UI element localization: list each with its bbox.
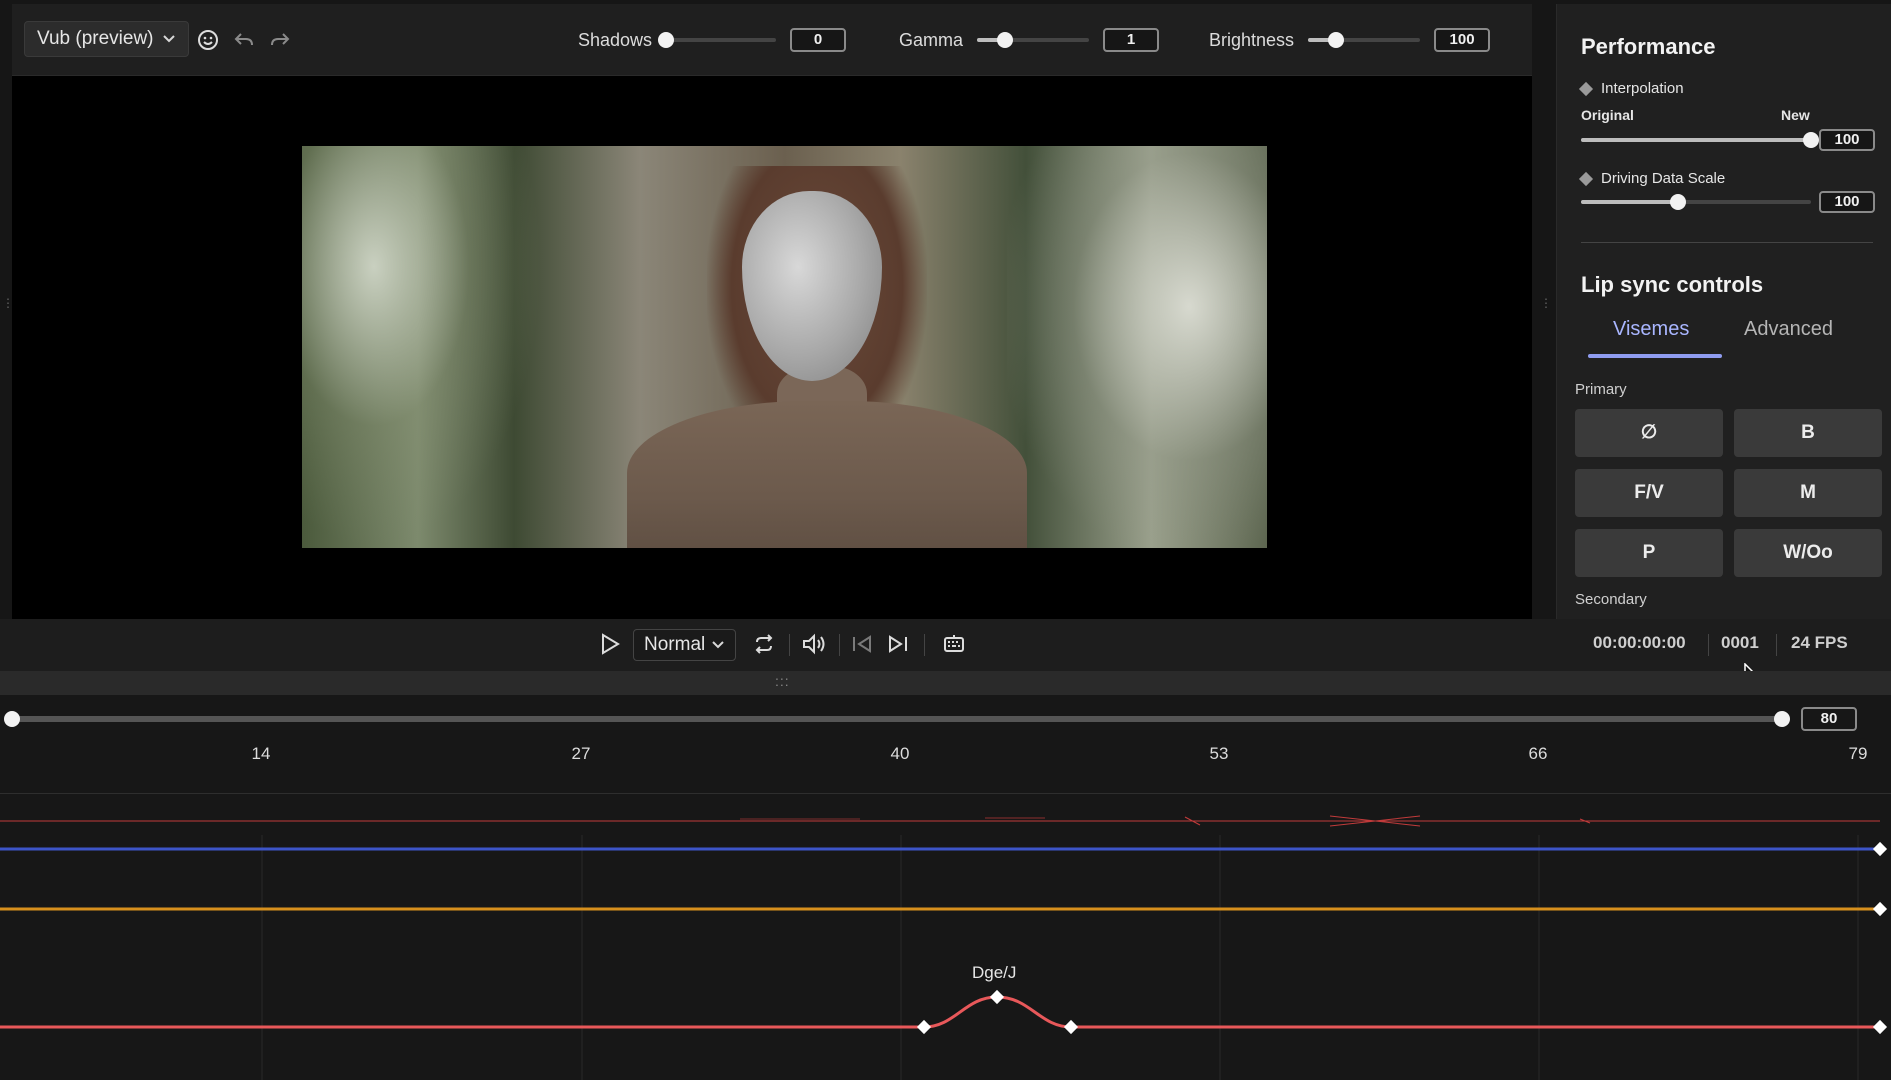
gamma-slider-thumb[interactable] — [997, 32, 1014, 48]
volume-icon[interactable] — [801, 632, 827, 658]
tick-label: 40 — [890, 744, 910, 763]
brightness-control: Brightness 100 — [1209, 28, 1491, 52]
tick-label: 79 — [1848, 744, 1868, 763]
shadows-value-input[interactable]: 0 — [790, 28, 847, 52]
viseme-button-none[interactable]: ∅ — [1575, 409, 1723, 457]
playback-speed-label: Normal — [644, 634, 706, 655]
tick-label: 66 — [1528, 744, 1548, 763]
active-tab-indicator — [1588, 354, 1722, 358]
redo-icon[interactable] — [268, 28, 292, 52]
driving-scale-label: Driving Data Scale — [1601, 170, 1726, 187]
lipsync-title: Lip sync controls — [1581, 272, 1764, 297]
prev-frame-icon[interactable] — [850, 632, 874, 658]
viseme-button-m[interactable]: M — [1734, 469, 1882, 517]
shadows-slider-thumb[interactable] — [658, 32, 675, 48]
interpolation-left-label: Original — [1581, 107, 1634, 123]
tick-label: 53 — [1209, 744, 1229, 763]
viseme-button-fv[interactable]: F/V — [1575, 469, 1723, 517]
properties-panel: Performance Interpolation Original New 1… — [1556, 4, 1891, 619]
subject-sweater — [627, 401, 1027, 548]
tick-label: 27 — [571, 744, 591, 763]
keyframe-diamond-icon[interactable] — [1578, 171, 1594, 186]
playback-bar: Normal 00:00:00:00 0001 24 FPS — [0, 619, 1891, 671]
tab-advanced[interactable]: Advanced — [1744, 318, 1833, 341]
face-icon[interactable] — [196, 28, 220, 52]
gamma-control: Gamma 1 — [899, 28, 1160, 52]
performance-title: Performance — [1581, 34, 1716, 59]
app-root: ⋮ Vub (preview) Shadows 0 Gamma 1 Bright… — [0, 0, 1891, 1080]
driving-scale-slider-thumb[interactable] — [1669, 194, 1686, 210]
range-start-thumb[interactable] — [4, 711, 20, 727]
red-curve[interactable] — [0, 995, 1880, 1029]
video-preview[interactable] — [12, 76, 1532, 619]
keyframe-label: Dge/J — [972, 963, 1017, 982]
brightness-value-input[interactable]: 100 — [1434, 28, 1491, 52]
curve-editor[interactable] — [0, 795, 1891, 1080]
interpolation-label: Interpolation — [1601, 80, 1684, 97]
timeline-resize-handle[interactable]: ::: — [0, 671, 1891, 695]
gamma-slider[interactable] — [977, 32, 1090, 48]
shadows-label: Shadows — [578, 29, 653, 50]
viseme-button-p[interactable]: P — [1575, 529, 1723, 577]
range-end-input[interactable]: 80 — [1801, 707, 1857, 731]
fps-display: 24 FPS — [1791, 633, 1848, 652]
preset-label: Vub (preview) — [37, 28, 154, 49]
keyboard-icon[interactable] — [941, 632, 967, 658]
viseme-button-woo[interactable]: W/Oo — [1734, 529, 1882, 577]
playback-speed-dropdown[interactable]: Normal — [633, 629, 736, 661]
keyframe-diamond-icon[interactable] — [1063, 1019, 1079, 1035]
gamma-value-input[interactable]: 1 — [1103, 28, 1160, 52]
range-end-thumb[interactable] — [1774, 711, 1790, 727]
panel-divider — [1581, 242, 1873, 243]
chevron-down-icon — [711, 641, 724, 649]
frame-counter: 0001 — [1721, 633, 1759, 652]
interpolation-slider-thumb[interactable] — [1803, 132, 1819, 148]
timecode-display: 00:00:00:00 — [1593, 633, 1686, 652]
undo-icon[interactable] — [232, 28, 256, 52]
loop-icon[interactable] — [751, 632, 777, 658]
chevron-down-icon — [162, 35, 175, 43]
top-toolbar: Vub (preview) Shadows 0 Gamma 1 Brightne… — [12, 4, 1532, 76]
brightness-slider[interactable] — [1308, 32, 1421, 48]
keyframe-diamond-icon[interactable] — [1872, 841, 1888, 857]
secondary-label: Secondary — [1575, 591, 1647, 608]
interpolation-value-input[interactable]: 100 — [1819, 129, 1875, 151]
driving-scale-slider[interactable] — [1581, 194, 1811, 210]
video-frame — [302, 146, 1267, 548]
keyframe-diamond-icon[interactable] — [989, 989, 1005, 1005]
next-frame-icon[interactable] — [886, 632, 910, 658]
keyframe-diamond-icon[interactable] — [1578, 81, 1594, 96]
gamma-label: Gamma — [899, 29, 964, 50]
viseme-button-b[interactable]: B — [1734, 409, 1882, 457]
interpolation-right-label: New — [1781, 107, 1810, 123]
keyframe-diamond-icon[interactable] — [1872, 901, 1888, 917]
play-icon[interactable] — [598, 632, 622, 658]
tick-label: 14 — [251, 744, 271, 763]
tab-visemes[interactable]: Visemes — [1613, 318, 1689, 341]
timeline: 80 14 27 40 53 66 79 Dge/J — [0, 695, 1891, 1080]
keyframe-diamond-icon[interactable] — [916, 1019, 932, 1035]
shadows-control: Shadows 0 — [578, 28, 847, 52]
preset-dropdown[interactable]: Vub (preview) — [24, 21, 189, 57]
driving-scale-row: Driving Data Scale — [1578, 170, 1726, 187]
brightness-slider-thumb[interactable] — [1328, 32, 1345, 48]
primary-label: Primary — [1575, 381, 1627, 398]
panel-resize-grip[interactable]: ⋮ — [1540, 297, 1552, 309]
interpolation-row: Interpolation — [1578, 80, 1684, 97]
frame-range-slider[interactable] — [12, 716, 1782, 722]
shadows-slider[interactable] — [658, 32, 777, 48]
keyframe-diamond-icon[interactable] — [1872, 1019, 1888, 1035]
audio-waveform — [0, 815, 1880, 827]
left-resize-grip[interactable]: ⋮ — [2, 297, 14, 309]
interpolation-slider[interactable] — [1581, 132, 1819, 148]
driving-scale-value-input[interactable]: 100 — [1819, 191, 1875, 213]
brightness-label: Brightness — [1209, 29, 1295, 50]
